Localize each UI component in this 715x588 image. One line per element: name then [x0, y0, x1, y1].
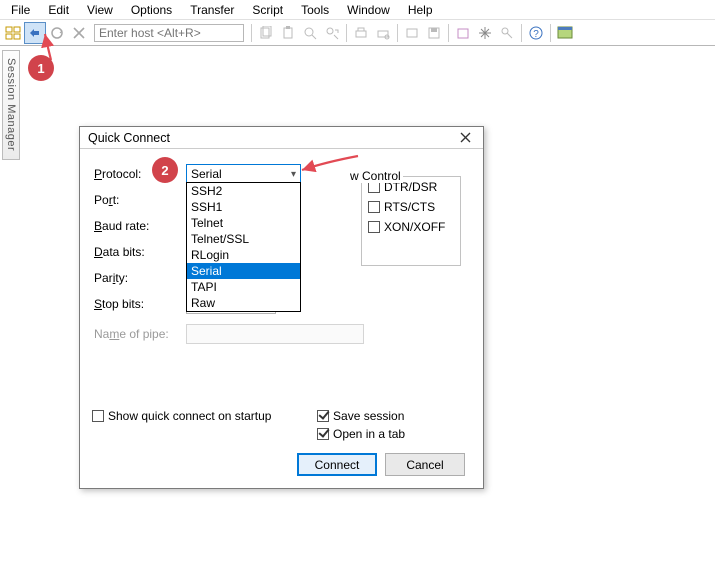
protocol-option-ssh1[interactable]: SSH1	[187, 199, 300, 215]
protocol-option-serial[interactable]: Serial	[187, 263, 300, 279]
dialog-title: Quick Connect	[88, 131, 170, 145]
toolbar-separator	[550, 24, 551, 42]
baud-label: Baud rate:	[94, 219, 186, 233]
session-manager-tab[interactable]: Session Manager	[2, 50, 20, 160]
open-in-tab-check[interactable]: Open in a tab	[317, 427, 457, 441]
menu-view[interactable]: View	[78, 2, 122, 18]
settings-icon[interactable]	[474, 22, 496, 44]
protocol-option-tapi[interactable]: TAPI	[187, 279, 300, 295]
menu-tools[interactable]: Tools	[292, 2, 338, 18]
protocol-select[interactable]: Serial ▾	[186, 164, 301, 184]
protocol-value: Serial	[191, 167, 222, 181]
pipe-row: Name of pipe:	[94, 321, 469, 347]
print-icon[interactable]	[350, 22, 372, 44]
copy-icon[interactable]	[255, 22, 277, 44]
flow-control-group: w Control DTR/DSR RTS/CTS XON/XOFF	[361, 176, 461, 266]
stopbits-label: Stop bits:	[94, 297, 186, 311]
toolbar-separator	[448, 24, 449, 42]
flow-control-legend: w Control	[348, 169, 403, 183]
protocol-option-rlogin[interactable]: RLogin	[187, 247, 300, 263]
menu-window[interactable]: Window	[338, 2, 399, 18]
spacer	[92, 427, 317, 441]
checkbox-icon[interactable]	[317, 410, 329, 422]
menu-bar: File Edit View Options Transfer Script T…	[0, 0, 715, 20]
toolbar-separator	[346, 24, 347, 42]
checkbox-icon[interactable]	[368, 201, 380, 213]
toolbar: ?	[0, 20, 715, 46]
flow-xon-label: XON/XOFF	[384, 220, 445, 234]
save-session-check[interactable]: Save session	[317, 409, 457, 423]
print-setup-icon[interactable]	[372, 22, 394, 44]
pipe-input	[186, 324, 364, 344]
menu-help[interactable]: Help	[399, 2, 442, 18]
port-label: Port:	[94, 193, 186, 207]
protocol-option-raw[interactable]: Raw	[187, 295, 300, 311]
app-icon[interactable]	[554, 22, 576, 44]
save-session-icon[interactable]	[423, 22, 445, 44]
menu-edit[interactable]: Edit	[39, 2, 78, 18]
quick-connect-dialog: Quick Connect Protocol: Serial ▾ Port: B…	[79, 126, 484, 489]
connect-button[interactable]: Connect	[297, 453, 377, 476]
menu-transfer[interactable]: Transfer	[181, 2, 243, 18]
flow-rts-label: RTS/CTS	[384, 200, 435, 214]
parity-label: Parity:	[94, 271, 186, 285]
flow-xon-row[interactable]: XON/XOFF	[362, 217, 460, 237]
find-next-icon[interactable]	[321, 22, 343, 44]
key-icon[interactable]	[496, 22, 518, 44]
find-icon[interactable]	[299, 22, 321, 44]
pipe-label: Name of pipe:	[94, 327, 186, 341]
script-icon[interactable]	[452, 22, 474, 44]
svg-text:?: ?	[533, 29, 539, 40]
show-on-startup-check[interactable]: Show quick connect on startup	[92, 409, 317, 423]
toolbar-separator	[521, 24, 522, 42]
quick-connect-icon[interactable]	[24, 22, 46, 44]
new-session-icon[interactable]	[401, 22, 423, 44]
annotation-badge-2: 2	[152, 157, 178, 183]
paste-icon[interactable]	[277, 22, 299, 44]
disconnect-icon[interactable]	[68, 22, 90, 44]
dialog-body: Protocol: Serial ▾ Port: Baud rate: Data…	[80, 149, 483, 488]
databits-label: Data bits:	[94, 245, 186, 259]
bottom-check-area: Show quick connect on startup Save sessi…	[92, 409, 472, 445]
session-manager-icon[interactable]	[2, 22, 24, 44]
reconnect-icon[interactable]	[46, 22, 68, 44]
menu-script[interactable]: Script	[243, 2, 292, 18]
protocol-option-ssh2[interactable]: SSH2	[187, 183, 300, 199]
flow-rts-row[interactable]: RTS/CTS	[362, 197, 460, 217]
cancel-button[interactable]: Cancel	[385, 453, 465, 476]
protocol-option-telnetssl[interactable]: Telnet/SSL	[187, 231, 300, 247]
save-session-label: Save session	[333, 409, 404, 423]
menu-file[interactable]: File	[2, 2, 39, 18]
protocol-dropdown[interactable]: SSH2 SSH1 Telnet Telnet/SSL RLogin Seria…	[186, 182, 301, 312]
protocol-option-telnet[interactable]: Telnet	[187, 215, 300, 231]
dialog-button-row: Connect Cancel	[297, 453, 465, 476]
toolbar-separator	[251, 24, 252, 42]
show-on-startup-label: Show quick connect on startup	[108, 409, 271, 423]
checkbox-icon[interactable]	[92, 410, 104, 422]
toolbar-separator	[397, 24, 398, 42]
menu-options[interactable]: Options	[122, 2, 181, 18]
help-icon[interactable]: ?	[525, 22, 547, 44]
close-icon[interactable]	[453, 129, 477, 147]
checkbox-icon[interactable]	[317, 428, 329, 440]
open-in-tab-label: Open in a tab	[333, 427, 405, 441]
chevron-down-icon: ▾	[291, 169, 296, 180]
host-input[interactable]	[94, 24, 244, 42]
annotation-badge-1: 1	[28, 55, 54, 81]
checkbox-icon[interactable]	[368, 221, 380, 233]
dialog-titlebar: Quick Connect	[80, 127, 483, 149]
